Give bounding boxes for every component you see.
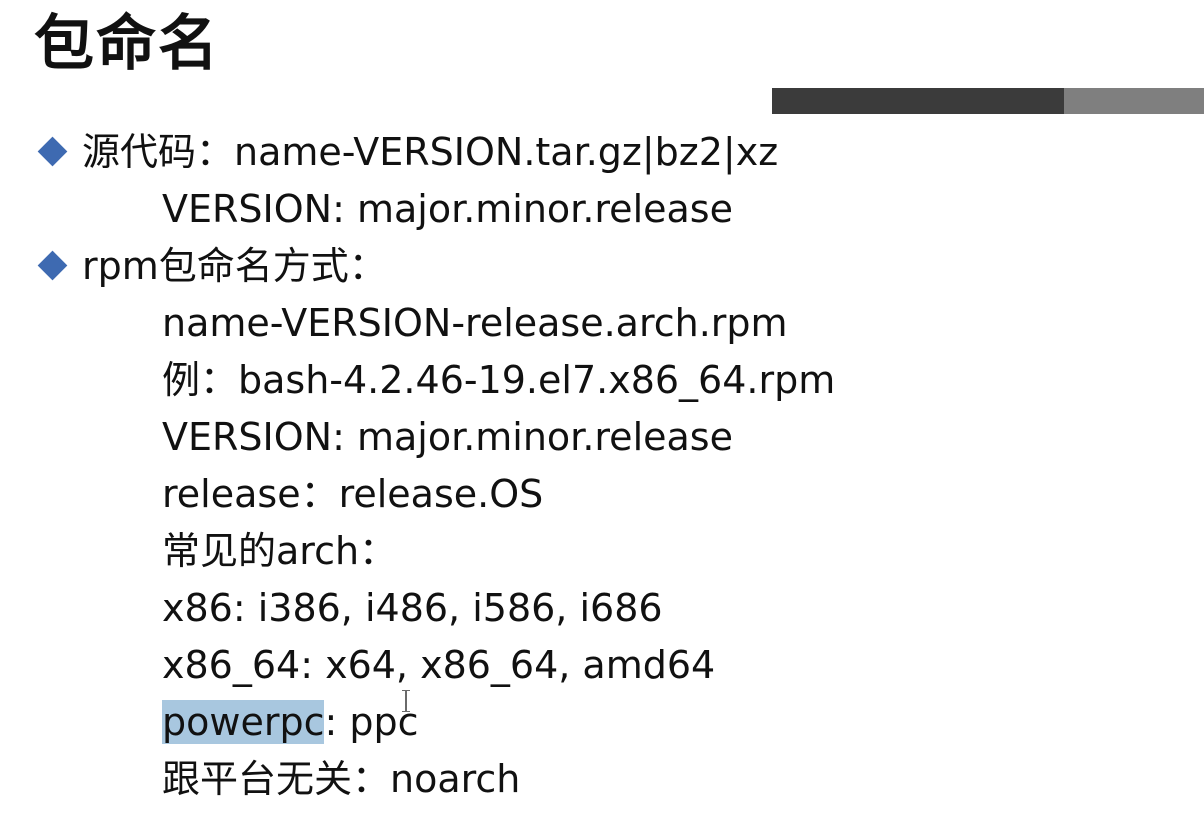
rpm-example-line: 例：bash-4.2.46-19.el7.x86_64.rpm	[0, 352, 1204, 409]
text-cursor-icon	[402, 690, 410, 712]
arch-x86-line: x86: i386, i486, i586, i686	[0, 580, 1204, 637]
slide-content: 源代码：name-VERSION.tar.gz|bz2|xz VERSION: …	[0, 124, 1204, 808]
rpm-version-line: VERSION: major.minor.release	[0, 409, 1204, 466]
rpm-format-line: name-VERSION-release.arch.rpm	[0, 295, 1204, 352]
bullet-rpm-naming: rpm包命名方式：	[0, 238, 1204, 295]
rpm-naming-label: rpm包命名方式：	[82, 244, 387, 288]
arch-powerpc-line: powerpc: ppc	[0, 694, 1204, 751]
source-version-line: VERSION: major.minor.release	[0, 181, 1204, 238]
diamond-bullet-icon	[37, 250, 68, 281]
header-accent-bar-dark	[772, 88, 1064, 114]
header-accent-bar-light	[1064, 88, 1204, 114]
arch-noarch-line: 跟平台无关：noarch	[0, 751, 1204, 808]
rpm-release-line: release：release.OS	[0, 466, 1204, 523]
rpm-release-text: release：release.OS	[162, 472, 544, 516]
powerpc-selected-text[interactable]: powerpc	[162, 700, 325, 744]
rpm-version-text: VERSION: major.minor.release	[162, 415, 733, 459]
source-version-text: VERSION: major.minor.release	[162, 187, 733, 231]
arch-heading-line: 常见的arch：	[0, 523, 1204, 580]
arch-x86-64-line: x86_64: x64, x86_64, amd64	[0, 637, 1204, 694]
slide-title: 包命名	[34, 9, 220, 79]
arch-x86-64-text: x86_64: x64, x86_64, amd64	[162, 643, 716, 687]
bullet-source-code: 源代码：name-VERSION.tar.gz|bz2|xz	[0, 124, 1204, 181]
arch-noarch-text: 跟平台无关：noarch	[162, 757, 521, 801]
diamond-bullet-icon	[37, 136, 68, 167]
header-accent-bar	[772, 88, 1204, 114]
rpm-example-text: 例：bash-4.2.46-19.el7.x86_64.rpm	[162, 358, 836, 402]
arch-x86-text: x86: i386, i486, i586, i686	[162, 586, 663, 630]
arch-heading-text: 常见的arch：	[162, 529, 398, 573]
rpm-format-text: name-VERSION-release.arch.rpm	[162, 301, 788, 345]
source-code-label: 源代码：name-VERSION.tar.gz|bz2|xz	[82, 130, 779, 174]
